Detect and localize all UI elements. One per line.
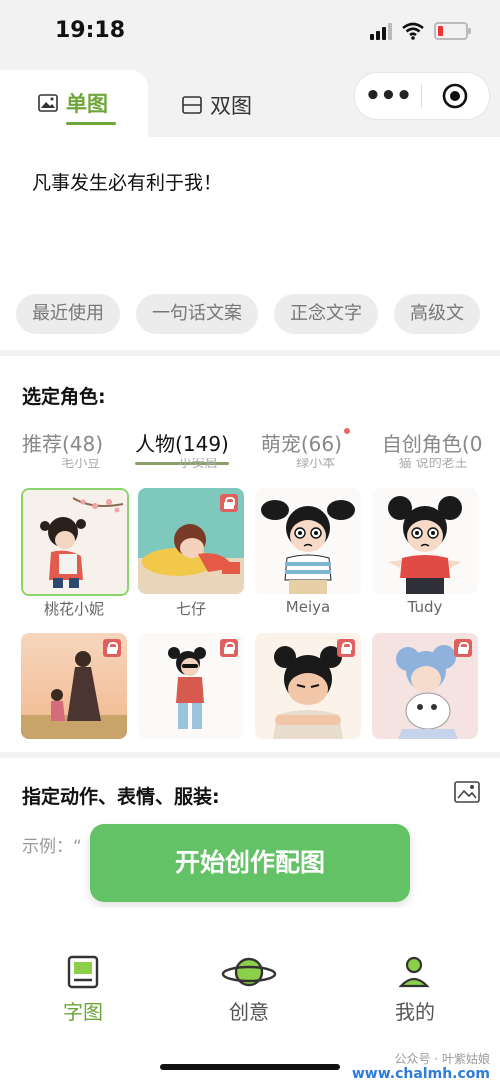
status-time: 19:18 bbox=[55, 18, 126, 43]
user-icon bbox=[398, 956, 430, 988]
girl-blossom-illustration bbox=[23, 490, 127, 594]
chip-advanced[interactable]: 高级文 bbox=[394, 294, 480, 334]
character-tile-r2-1[interactable] bbox=[21, 633, 127, 739]
upload-image-icon[interactable] bbox=[454, 781, 480, 803]
character-tile-r2-4[interactable] bbox=[372, 633, 478, 739]
character-tile-meiya[interactable] bbox=[255, 488, 361, 594]
document-icon bbox=[67, 955, 99, 989]
tab-pets[interactable]: 萌宠(66) bbox=[261, 428, 350, 457]
tab-recommend[interactable]: 推荐(48) bbox=[22, 428, 103, 457]
tab-underline bbox=[66, 122, 116, 125]
character-name: Meiya bbox=[285, 598, 331, 616]
clipped-name-row: 毛小豆 小安启 绿小本 猫 说的老王 bbox=[22, 458, 492, 470]
wifi-icon bbox=[402, 22, 424, 40]
clipped-name: 猫 说的老王 bbox=[398, 458, 468, 470]
quote-input[interactable]: 凡事发生必有利于我！ bbox=[32, 168, 222, 195]
battery-icon bbox=[434, 22, 471, 40]
girl-buns-illustration bbox=[372, 488, 478, 594]
character-category-tabs: 推荐(48) 人物(149) 萌宠(66) 自创角色(0 bbox=[22, 428, 483, 465]
lock-icon bbox=[454, 639, 472, 657]
character-name: 桃花小妮 bbox=[43, 600, 104, 618]
lock-icon bbox=[337, 639, 355, 657]
character-tile-tudy[interactable] bbox=[372, 488, 478, 594]
lock-icon bbox=[220, 639, 238, 657]
clipped-name: 绿小本 bbox=[296, 458, 336, 470]
tab-single-label: 单图 bbox=[66, 92, 108, 116]
lock-icon bbox=[103, 639, 121, 657]
nav-item-zitu[interactable]: 字图 bbox=[28, 954, 138, 1025]
action-section-title: 指定动作、表情、服装: bbox=[22, 786, 220, 808]
character-tile-taohua[interactable] bbox=[21, 488, 129, 596]
miniprogram-capsule: ••• bbox=[354, 72, 490, 120]
tab-single[interactable]: 单图 bbox=[38, 88, 116, 125]
lock-icon bbox=[220, 494, 238, 512]
girl-pigtails-illustration bbox=[255, 488, 361, 594]
watermark-line2: www.chalmh.com bbox=[351, 1066, 490, 1082]
tab-double[interactable]: 双图 bbox=[182, 90, 252, 120]
character-tile-r2-3[interactable] bbox=[255, 633, 361, 739]
chip-one-line[interactable]: 一句话文案 bbox=[136, 294, 258, 334]
chip-recent[interactable]: 最近使用 bbox=[16, 294, 120, 334]
clipped-name: 小安启 bbox=[178, 458, 218, 470]
example-hint[interactable]: 示例：“ bbox=[22, 832, 82, 857]
clipped-name: 毛小豆 bbox=[61, 458, 101, 470]
nav-label: 我的 bbox=[395, 1000, 435, 1024]
tab-pets-label: 萌宠(66) bbox=[260, 432, 342, 456]
character-tile-r2-2[interactable] bbox=[138, 633, 244, 739]
status-icons bbox=[370, 22, 471, 40]
home-indicator bbox=[160, 1064, 340, 1070]
character-name: Tudy bbox=[407, 598, 443, 616]
character-name: 七仔 bbox=[175, 600, 206, 618]
tab-people[interactable]: 人物(149) bbox=[135, 428, 229, 465]
new-dot bbox=[343, 428, 350, 434]
image-icon bbox=[38, 94, 58, 112]
watermark: 公众号 · 叶紫姑娘 www.chalmh.com bbox=[352, 1052, 490, 1082]
nav-item-chuangyi[interactable]: 创意 bbox=[194, 954, 304, 1025]
chip-row: 最近使用 一句话文案 正念文字 高级文 bbox=[16, 294, 480, 334]
nav-item-wode[interactable]: 我的 bbox=[360, 954, 470, 1025]
nav-label: 字图 bbox=[63, 1000, 103, 1024]
start-create-button[interactable]: 开始创作配图 bbox=[90, 824, 410, 902]
close-target-icon[interactable] bbox=[422, 83, 488, 109]
more-icon[interactable]: ••• bbox=[355, 83, 421, 109]
planet-icon bbox=[221, 957, 277, 987]
double-image-icon bbox=[182, 96, 202, 114]
character-tile-qizai[interactable] bbox=[138, 488, 244, 594]
nav-label: 创意 bbox=[229, 1000, 269, 1024]
tab-custom[interactable]: 自创角色(0 bbox=[382, 428, 483, 457]
character-section-title: 选定角色: bbox=[22, 386, 106, 408]
chip-mindful[interactable]: 正念文字 bbox=[274, 294, 378, 334]
tab-double-label: 双图 bbox=[210, 94, 252, 118]
signal-icon bbox=[370, 22, 392, 40]
watermark-line1: 公众号 · 叶紫姑娘 bbox=[394, 1052, 490, 1066]
